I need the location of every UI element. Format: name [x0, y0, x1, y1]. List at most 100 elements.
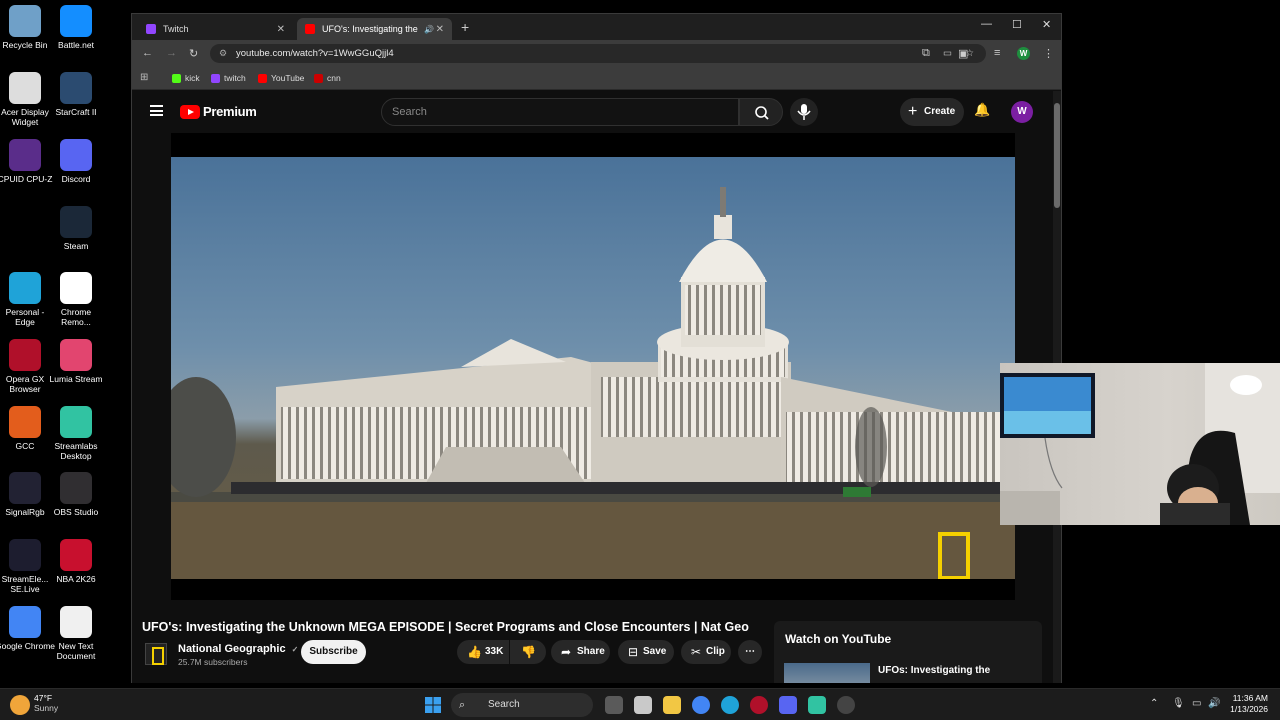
- close-tab-icon[interactable]: ✕: [277, 24, 285, 35]
- desktop-icon-discord[interactable]: Discord: [46, 139, 106, 184]
- desktop-icon-starcraft-ii[interactable]: StarCraft II: [46, 72, 106, 117]
- discord-taskbar-icon[interactable]: [779, 696, 797, 714]
- network-icon[interactable]: ▭: [1192, 698, 1201, 709]
- personal-edge-icon: [9, 272, 41, 304]
- scrollbar-thumb[interactable]: [1054, 103, 1060, 208]
- opera-taskbar-icon[interactable]: [750, 696, 768, 714]
- tab-twitch[interactable]: Twitch ✕: [138, 18, 293, 40]
- account-avatar[interactable]: W: [1011, 101, 1033, 123]
- steam-icon: [60, 206, 92, 238]
- channel-avatar[interactable]: [145, 643, 167, 665]
- dislike-button[interactable]: 👎: [510, 640, 546, 664]
- search-button[interactable]: [739, 98, 783, 126]
- apps-grid-icon[interactable]: ⊞: [140, 72, 148, 83]
- create-button[interactable]: Create: [900, 98, 964, 126]
- bookmark-label: cnn: [327, 73, 341, 83]
- microphone-tray-icon[interactable]: 🎙: [1172, 698, 1185, 709]
- side-video-title[interactable]: UFOs: Investigating the: [878, 665, 990, 676]
- split-view-icon[interactable]: ▣: [958, 47, 968, 60]
- lumia-stream-icon: [60, 339, 92, 371]
- bookmark-cnn[interactable]: cnn: [314, 73, 341, 83]
- bookmark-youtube[interactable]: YouTube: [258, 73, 304, 83]
- settings-taskbar-icon[interactable]: [837, 696, 855, 714]
- clock[interactable]: 11:36 AM 1/13/2026: [1228, 693, 1268, 715]
- playlist-icon[interactable]: ≡: [994, 47, 1000, 59]
- windows-start-icon[interactable]: [424, 696, 442, 714]
- desktop-icon-label: StarCraft II: [55, 107, 97, 117]
- show-hidden-icons[interactable]: ⌃: [1150, 698, 1158, 709]
- save-button[interactable]: ⊟ Save: [618, 640, 674, 664]
- audio-playing-icon[interactable]: 🔊: [424, 25, 434, 34]
- forward-icon[interactable]: →: [166, 47, 177, 59]
- desktop-icon-chrome-remo[interactable]: Chrome Remo...: [46, 272, 106, 327]
- edge-taskbar-icon[interactable]: [721, 696, 739, 714]
- desktop-icon-obs-studio[interactable]: OBS Studio: [46, 472, 106, 517]
- clip-button[interactable]: ✂ Clip: [681, 640, 731, 664]
- desktop-icon-streamlabs-desktop[interactable]: Streamlabs Desktop: [46, 406, 106, 461]
- subscribe-button[interactable]: Subscribe: [301, 640, 366, 664]
- acer-display-widget-icon: [9, 72, 41, 104]
- side-video-thumbnail[interactable]: [784, 663, 870, 683]
- channel-name[interactable]: National Geographic ✓: [178, 643, 298, 655]
- youtube-play-icon: [180, 104, 200, 119]
- bookmark-twitch[interactable]: twitch: [211, 73, 246, 83]
- scissors-icon: ✂: [691, 645, 702, 659]
- file-explorer-icon[interactable]: [663, 696, 681, 714]
- streamlabs-taskbar-icon[interactable]: [808, 696, 826, 714]
- site-info-icon[interactable]: ⚙: [219, 44, 227, 63]
- task-view-icon[interactable]: [605, 696, 623, 714]
- streamlabs-desktop-icon: [60, 406, 92, 438]
- close-tab-icon[interactable]: ✕: [436, 24, 444, 35]
- share-button[interactable]: ➦ Share: [551, 640, 610, 664]
- video-player[interactable]: [171, 133, 1015, 600]
- bookmark-label: twitch: [224, 73, 246, 83]
- reload-icon[interactable]: ↻: [189, 47, 198, 60]
- url-field[interactable]: ⚙ youtube.com/watch?v=1WwGGuQjjl4 ▭ ☆: [210, 44, 986, 63]
- more-actions-button[interactable]: ⋯: [738, 640, 762, 664]
- maximize-icon[interactable]: ☐: [1012, 18, 1022, 31]
- hamburger-menu-icon[interactable]: [150, 105, 163, 116]
- taskbar: 47°F Sunny ⌕ Search ⌃ 🎙 ▭ 🔊 11:36 AM 1/1…: [0, 688, 1280, 720]
- weather-icon[interactable]: [10, 695, 30, 715]
- discord-icon: [60, 139, 92, 171]
- notifications-bell-icon[interactable]: 🔔: [974, 102, 990, 118]
- profile-avatar[interactable]: W: [1017, 47, 1030, 60]
- desktop-icon-steam[interactable]: Steam: [46, 206, 106, 251]
- weather-widget[interactable]: 47°F Sunny: [34, 693, 58, 713]
- taskbar-search[interactable]: ⌕ Search: [451, 693, 593, 717]
- voice-search-button[interactable]: [790, 98, 818, 126]
- cast-icon[interactable]: ▭: [943, 44, 952, 63]
- desktop-icon-lumia-stream[interactable]: Lumia Stream: [46, 339, 106, 384]
- thumbs-up-icon: 👍: [467, 645, 482, 659]
- widgets-icon[interactable]: [634, 696, 652, 714]
- extensions-icon[interactable]: ⧉: [922, 47, 930, 60]
- tab-label: Twitch: [163, 24, 189, 34]
- bookmark-kick[interactable]: kick: [172, 73, 200, 83]
- watch-on-youtube-panel[interactable]: Watch on YouTube UFOs: Investigating the: [774, 621, 1042, 683]
- youtube-logo[interactable]: Premium: [180, 104, 257, 119]
- desktop-icon-label: OBS Studio: [53, 507, 99, 517]
- search-input[interactable]: Search: [381, 98, 739, 126]
- youtube-icon: [258, 73, 267, 83]
- desktop-icon-nba-2k26[interactable]: NBA 2K26: [46, 539, 106, 584]
- save-label: Save: [643, 646, 667, 657]
- menu-kebab-icon[interactable]: ⋮: [1043, 47, 1054, 60]
- volume-icon[interactable]: 🔊: [1208, 698, 1220, 709]
- desktop-icon-label: NBA 2K26: [56, 574, 96, 584]
- subscriber-count: 25.7M subscribers: [178, 657, 248, 667]
- kick-icon: [172, 73, 181, 83]
- address-bar-row: ← → ↻ ⚙ youtube.com/watch?v=1WwGGuQjjl4 …: [132, 40, 1061, 67]
- desktop-icon-battle-net[interactable]: Battle.net: [46, 5, 106, 50]
- new-tab-icon[interactable]: +: [461, 19, 469, 35]
- like-button[interactable]: 👍 33K: [457, 640, 509, 664]
- chrome-taskbar-icon[interactable]: [692, 696, 710, 714]
- desktop-icon-label: Lumia Stream: [49, 374, 103, 384]
- close-window-icon[interactable]: ✕: [1042, 18, 1051, 31]
- microphone-icon: [797, 104, 811, 120]
- back-icon[interactable]: ←: [142, 47, 153, 59]
- create-label: Create: [924, 106, 956, 117]
- minimize-icon[interactable]: —: [981, 18, 992, 30]
- signalrgb-icon: [9, 472, 41, 504]
- tab-youtube[interactable]: UFO's: Investigating the Un 🔊 ✕: [297, 18, 452, 40]
- desktop-icon-new-text-document[interactable]: New Text Document: [46, 606, 106, 661]
